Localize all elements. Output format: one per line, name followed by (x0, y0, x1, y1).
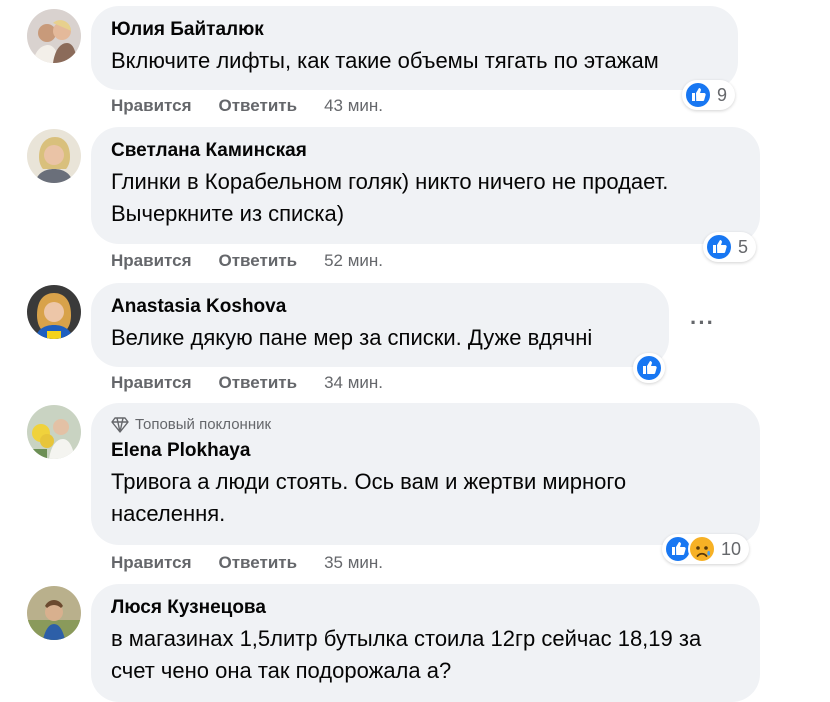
like-button[interactable]: Нравится (111, 373, 192, 393)
comment-text: Тривога а люди стоять. Ось вам и жертви … (111, 469, 627, 526)
comment-timestamp[interactable]: 52 мин. (324, 251, 383, 271)
comment-bubble: Светлана Каминская Глинки в Корабельном … (91, 127, 760, 244)
reply-button[interactable]: Ответить (219, 553, 298, 573)
top-fan-badge: Топовый поклонник (111, 415, 740, 435)
comment-text: в магазинах 1,5литр бутылка стоила 12гр … (111, 626, 702, 683)
comment-actions: Нравится Ответить 52 мин. (111, 251, 383, 271)
avatar[interactable] (27, 586, 81, 640)
reaction-count: 10 (721, 538, 742, 559)
comment-author[interactable]: Светлана Каминская (111, 139, 740, 163)
avatar[interactable] (27, 9, 81, 63)
comment-author[interactable]: Юлия Байталюк (111, 18, 718, 42)
avatar[interactable] (27, 285, 81, 339)
like-button[interactable]: Нравится (111, 553, 192, 573)
avatar[interactable] (27, 405, 81, 459)
like-icon (705, 233, 733, 261)
reactions-summary[interactable]: 9 (682, 80, 736, 110)
comment-author[interactable]: Люся Кузнецова (111, 596, 740, 620)
like-icon (635, 354, 663, 382)
comment-actions: Нравится Ответить 34 мин. (111, 373, 383, 393)
comment-author[interactable]: Elena Plokhaya (111, 439, 740, 463)
comment-timestamp[interactable]: 43 мин. (324, 96, 383, 116)
comment-text: Велике дякую пане мер за списки. Дуже вд… (111, 325, 593, 350)
reactions-summary[interactable]: 10 (662, 534, 750, 564)
comment-actions: Нравится Ответить 35 мин. (111, 553, 383, 573)
reaction-count: 9 (717, 84, 728, 105)
comment-text: Глинки в Корабельном голяк) никто ничего… (111, 169, 669, 226)
reaction-count: 5 (738, 236, 749, 257)
comment-bubble: Юлия Байталюк Включите лифты, как такие … (91, 6, 738, 90)
comment-bubble: Люся Кузнецова в магазинах 1,5литр бутыл… (91, 584, 760, 702)
reply-button[interactable]: Ответить (219, 96, 298, 116)
comment-timestamp[interactable]: 35 мин. (324, 553, 383, 573)
like-button[interactable]: Нравится (111, 251, 192, 271)
comment-text: Включите лифты, как такие объемы тягать … (111, 48, 659, 73)
sad-icon (688, 535, 716, 563)
avatar[interactable] (27, 129, 81, 183)
reply-button[interactable]: Ответить (219, 373, 298, 393)
comment-author[interactable]: Anastasia Koshova (111, 295, 649, 319)
reply-button[interactable]: Ответить (219, 251, 298, 271)
like-button[interactable]: Нравится (111, 96, 192, 116)
comment-timestamp[interactable]: 34 мин. (324, 373, 383, 393)
comment-bubble: Anastasia Koshova Велике дякую пане мер … (91, 283, 669, 367)
badge-label: Топовый поклонник (135, 416, 272, 433)
diamond-icon (111, 417, 129, 433)
more-options-icon[interactable]: ··· (690, 310, 715, 336)
reactions-summary[interactable] (633, 353, 665, 383)
comment-bubble: Топовый поклонник Elena Plokhaya Тривога… (91, 403, 760, 545)
reactions-summary[interactable]: 5 (703, 232, 757, 262)
like-icon (684, 81, 712, 109)
comment-actions: Нравится Ответить 43 мин. (111, 96, 383, 116)
